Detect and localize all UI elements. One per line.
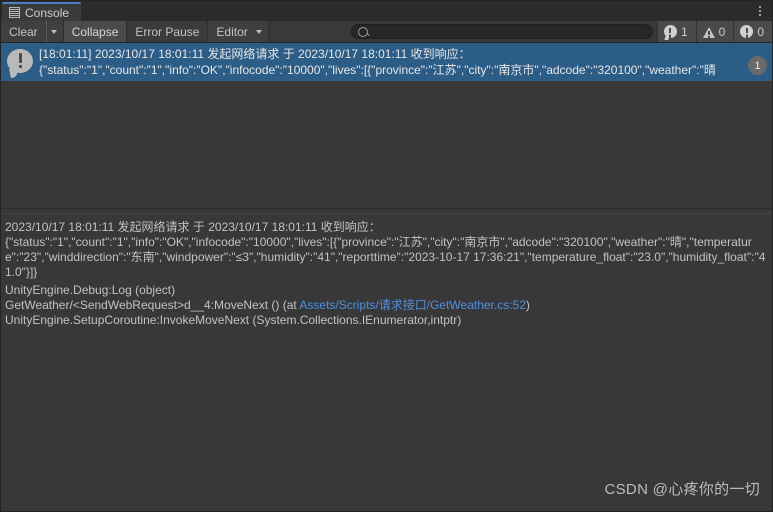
console-window: Console Clear Collapse Error Pause Edito… — [0, 0, 773, 512]
clear-dropdown-button[interactable] — [45, 21, 63, 42]
chevron-down-icon — [50, 29, 57, 34]
error-icon — [663, 25, 677, 38]
tab-console[interactable]: Console — [2, 2, 82, 21]
message-counters: 1 0 0 — [656, 21, 772, 42]
collapse-count-badge: 1 — [748, 56, 767, 75]
row-text-container: [18:01:11] 2023/10/17 18:01:11 发起网络请求 于 … — [39, 45, 772, 78]
detail-message: 2023/10/17 18:01:11 发起网络请求 于 2023/10/17 … — [5, 220, 766, 279]
info-count-value: 0 — [757, 24, 764, 39]
error-count-toggle[interactable]: 1 — [656, 21, 696, 42]
stack-line-1: GetWeather/<SendWebRequest>d__4:MoveNext… — [5, 298, 767, 313]
error-pause-button[interactable]: Error Pause — [127, 21, 209, 42]
stack-line-2: UnityEngine.SetupCoroutine:InvokeMoveNex… — [5, 313, 462, 327]
info-count-toggle[interactable]: 0 — [733, 21, 772, 42]
console-document-icon — [9, 7, 20, 18]
stack-line-0: UnityEngine.Debug:Log (object) — [5, 283, 176, 297]
log-row-line-2: {"status":"1","count":"1","info":"OK","i… — [39, 63, 716, 77]
collapse-button[interactable]: Collapse — [63, 21, 128, 42]
stack-line-1-prefix: GetWeather/<SendWebRequest>d__4:MoveNext… — [5, 298, 300, 312]
tab-bar: Console — [1, 1, 772, 21]
kebab-menu-icon[interactable] — [755, 4, 765, 18]
console-toolbar: Clear Collapse Error Pause Editor 1 0 0 — [1, 21, 772, 43]
stack-line-1-suffix: ) — [525, 298, 530, 312]
warning-count-toggle[interactable]: 0 — [695, 21, 734, 42]
editor-dropdown[interactable]: Editor — [208, 21, 269, 42]
search-input[interactable] — [371, 25, 646, 38]
log-detail-pane[interactable]: 2023/10/17 18:01:11 发起网络请求 于 2023/10/17 … — [1, 214, 772, 511]
search-container — [350, 21, 657, 42]
editor-button[interactable]: Editor — [208, 21, 256, 42]
search-icon — [357, 26, 368, 37]
log-list-row[interactable]: [18:01:11] 2023/10/17 18:01:11 发起网络请求 于 … — [1, 43, 772, 81]
editor-dropdown-arrow[interactable] — [255, 21, 268, 42]
clear-split-button[interactable]: Clear — [1, 21, 64, 42]
warning-icon — [702, 26, 715, 38]
warning-count-value: 0 — [718, 24, 726, 39]
clear-button[interactable]: Clear — [1, 21, 46, 42]
log-row-line-1: [18:01:11] 2023/10/17 18:01:11 发起网络请求 于 … — [39, 47, 471, 61]
row-icon-container — [1, 45, 39, 73]
info-icon — [740, 25, 754, 38]
stack-file-link[interactable]: Assets/Scripts/请求接口/GetWeather.cs:52 — [299, 298, 526, 312]
toolbar-spacer — [268, 21, 351, 42]
watermark: CSDN @心疼你的一切 — [604, 481, 760, 498]
error-count-value: 1 — [680, 24, 688, 39]
chevron-down-icon — [255, 29, 262, 34]
log-list[interactable]: [18:01:11] 2023/10/17 18:01:11 发起网络请求 于 … — [1, 43, 772, 208]
log-error-bubble-icon — [7, 49, 33, 73]
stack-trace: UnityEngine.Debug:Log (object) GetWeathe… — [5, 283, 767, 328]
search-field[interactable] — [350, 24, 653, 39]
tab-console-label: Console — [25, 5, 70, 20]
